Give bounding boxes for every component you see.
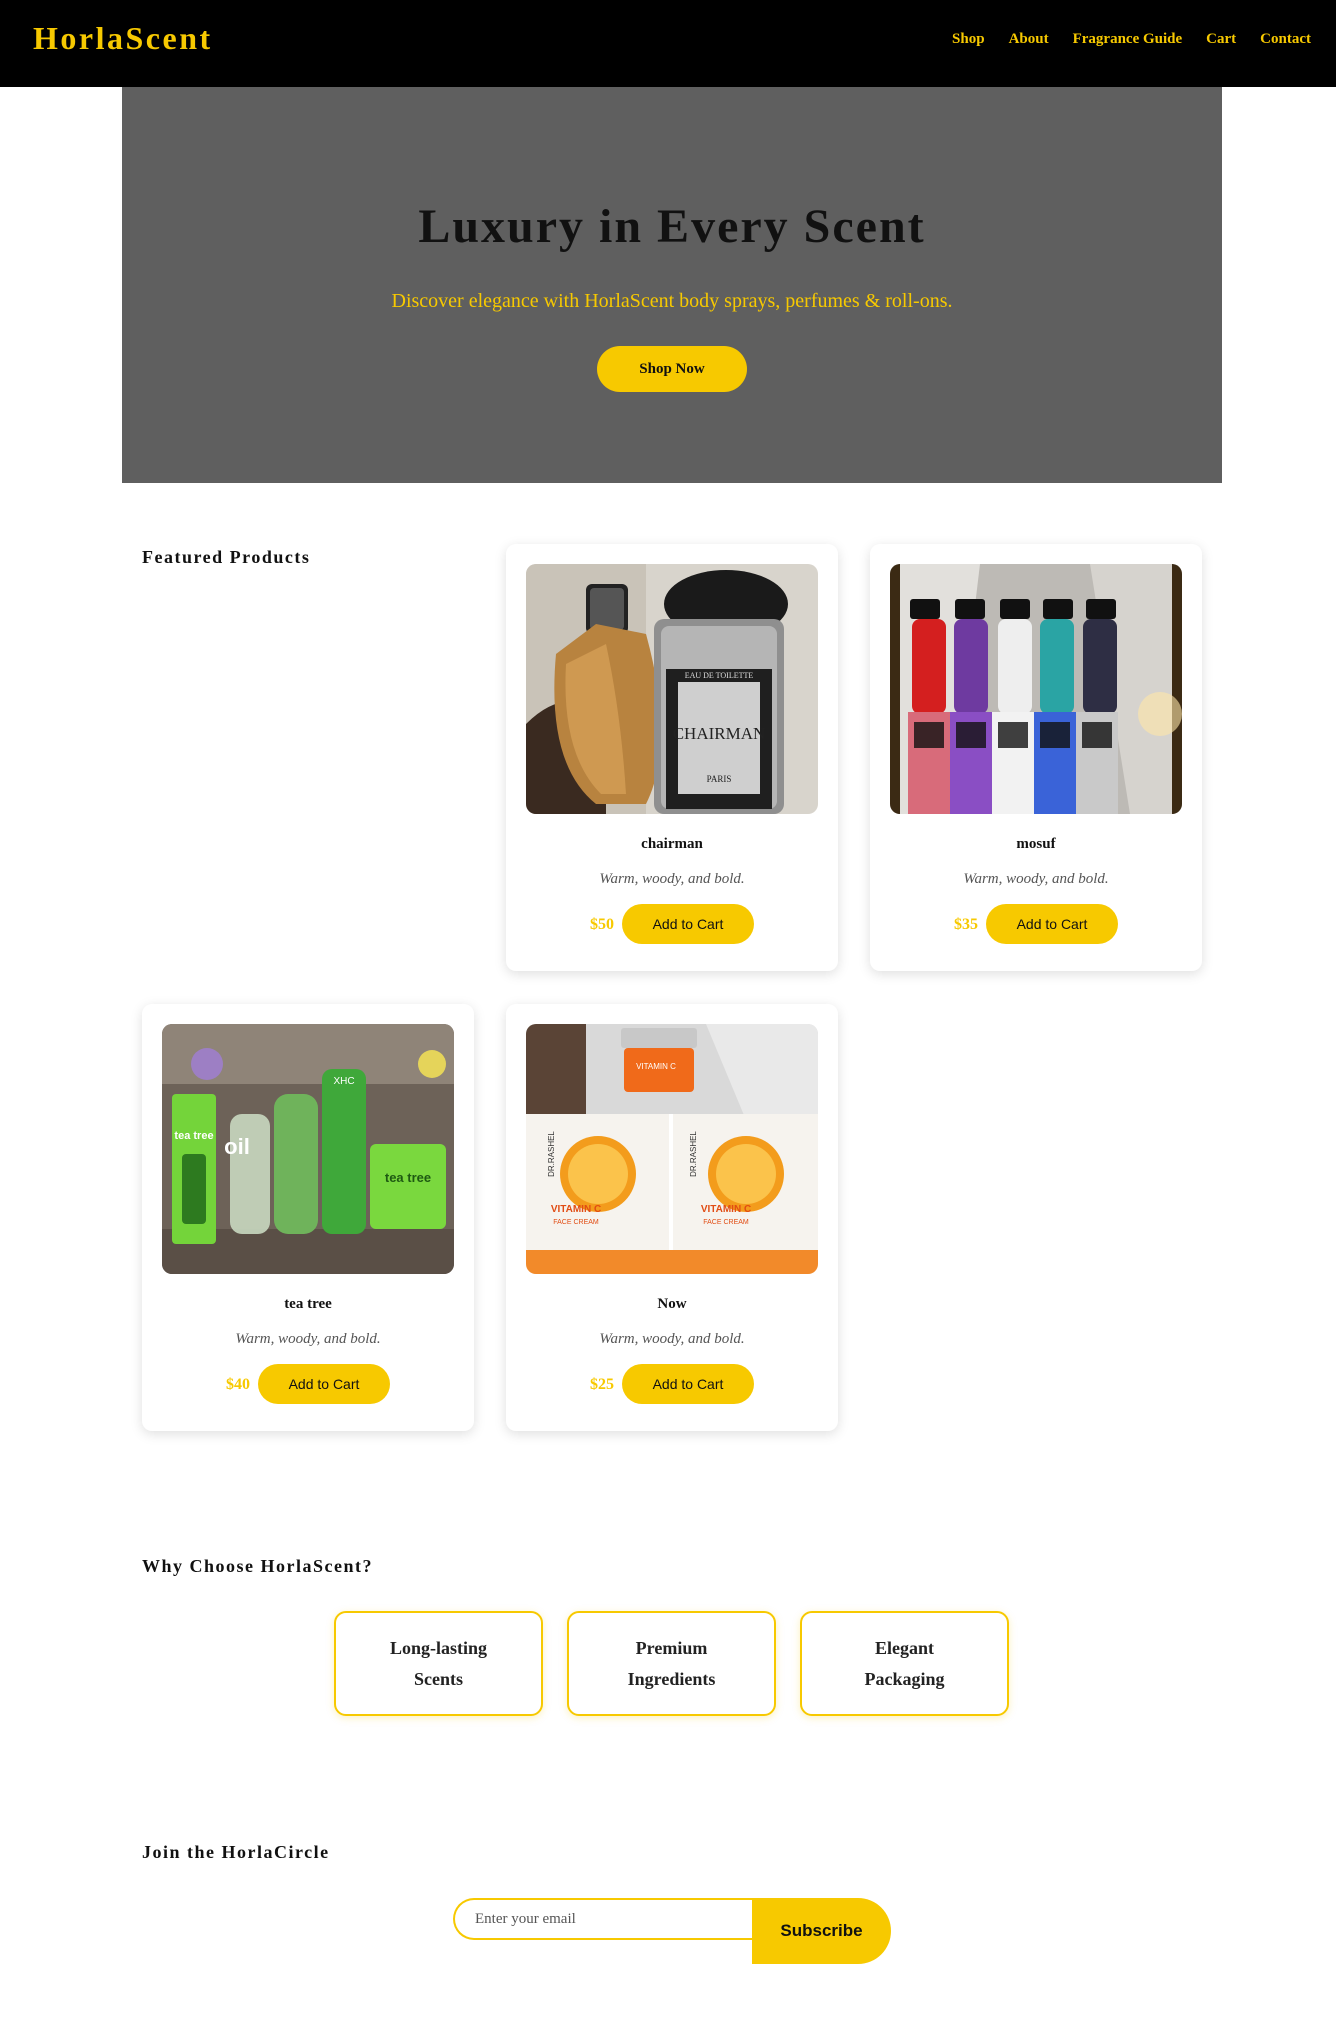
vitamin-c-face-cream-right: FACE CREAM	[703, 1219, 749, 1226]
tea-tree-box-text: tea tree	[385, 1170, 431, 1185]
feature-line-1: Premium	[635, 1637, 708, 1658]
feature-line-1: Long-lasting	[389, 1637, 488, 1658]
product-name: mosuf	[1016, 836, 1056, 852]
nav-link-shop[interactable]: Shop	[952, 31, 985, 48]
product-name: tea tree	[284, 1296, 332, 1312]
product-price: $35	[954, 916, 978, 933]
product-description: Warm, woody, and bold.	[235, 1331, 381, 1347]
nav-link-cart[interactable]: Cart	[1206, 31, 1236, 48]
hero-title: Luxury in Every Scent	[418, 200, 926, 253]
tea-tree-brand-text: XHC	[333, 1076, 354, 1087]
chairman-top-text: EAU DE TOILETTE	[685, 671, 754, 680]
vitamin-c-jar-text: VITAMIN C	[636, 1062, 676, 1071]
shop-now-button[interactable]: Shop Now	[597, 346, 747, 392]
featured-products-heading: Featured Products	[142, 547, 311, 567]
add-to-cart-button[interactable]: Add to Cart	[986, 904, 1118, 944]
feature-card-premium: Premium Ingredients	[567, 1611, 776, 1716]
product-price: $40	[226, 1376, 250, 1393]
add-to-cart-button[interactable]: Add to Cart	[258, 1364, 390, 1404]
product-card-chairman: EAU DE TOILETTE CHAIRMAN PARIS chairman …	[506, 544, 838, 971]
product-card-mosuf: mosuf Warm, woody, and bold. $35 Add to …	[870, 544, 1202, 971]
tea-tree-oil-text: oil	[224, 1134, 250, 1159]
site-logo[interactable]: HorlaScent	[33, 20, 213, 57]
chairman-perfume-photo: EAU DE TOILETTE CHAIRMAN PARIS	[526, 564, 818, 814]
feature-line-1: Elegant	[874, 1637, 934, 1658]
product-name: Now	[657, 1296, 687, 1312]
product-description: Warm, woody, and bold.	[963, 871, 1109, 887]
feature-card-long-lasting: Long-lasting Scents	[334, 1611, 543, 1716]
vitamin-c-face-cream-left: FACE CREAM	[553, 1219, 599, 1226]
tea-tree-label-text: tea tree	[174, 1130, 213, 1142]
why-choose-heading: Why Choose HorlaScent?	[142, 1556, 373, 1576]
dr-rashel-brand-left: DR.RASHEL	[547, 1131, 556, 1177]
product-price: $25	[590, 1376, 614, 1393]
main-nav: Shop About Fragrance Guide Cart Contact	[952, 31, 1311, 48]
hero-subtitle: Discover elegance with HorlaScent body s…	[391, 290, 953, 312]
product-description: Warm, woody, and bold.	[599, 871, 745, 887]
product-name: chairman	[641, 836, 703, 852]
nav-link-fragrance-guide[interactable]: Fragrance Guide	[1073, 31, 1183, 48]
feature-line-2: Packaging	[864, 1668, 945, 1689]
vitamin-c-box-text-right: VITAMIN C	[701, 1204, 751, 1215]
feature-line-2: Ingredients	[627, 1668, 716, 1689]
feature-line-2: Scents	[414, 1668, 463, 1689]
product-price: $50	[590, 916, 614, 933]
product-card-now: VITAMIN C VITAMIN C VITAMIN C FACE CREAM…	[506, 1004, 838, 1431]
product-card-tea-tree: tea tree oil XHC tea tree tea tree Warm,…	[142, 1004, 474, 1431]
chairman-label-text: CHAIRMAN	[673, 724, 766, 743]
vitamin-c-cream-photo: VITAMIN C VITAMIN C VITAMIN C FACE CREAM…	[526, 1024, 818, 1274]
dr-rashel-brand-right: DR.RASHEL	[689, 1131, 698, 1177]
email-input[interactable]	[453, 1898, 753, 1940]
newsletter-heading: Join the HorlaCircle	[142, 1842, 330, 1862]
hero-banner: Luxury in Every Scent Discover elegance …	[122, 87, 1222, 483]
chairman-paris-text: PARIS	[707, 774, 732, 784]
add-to-cart-button[interactable]: Add to Cart	[622, 1364, 754, 1404]
add-to-cart-button[interactable]: Add to Cart	[622, 904, 754, 944]
subscribe-button[interactable]: Subscribe	[752, 1898, 891, 1964]
nav-link-about[interactable]: About	[1009, 31, 1049, 48]
feature-card-elegant: Elegant Packaging	[800, 1611, 1009, 1716]
tea-tree-products-photo: tea tree oil XHC tea tree	[162, 1024, 454, 1274]
product-description: Warm, woody, and bold.	[599, 1331, 745, 1347]
mosuf-perfume-set-photo	[890, 564, 1182, 814]
nav-link-contact[interactable]: Contact	[1260, 31, 1311, 48]
vitamin-c-box-text-left: VITAMIN C	[551, 1204, 601, 1215]
